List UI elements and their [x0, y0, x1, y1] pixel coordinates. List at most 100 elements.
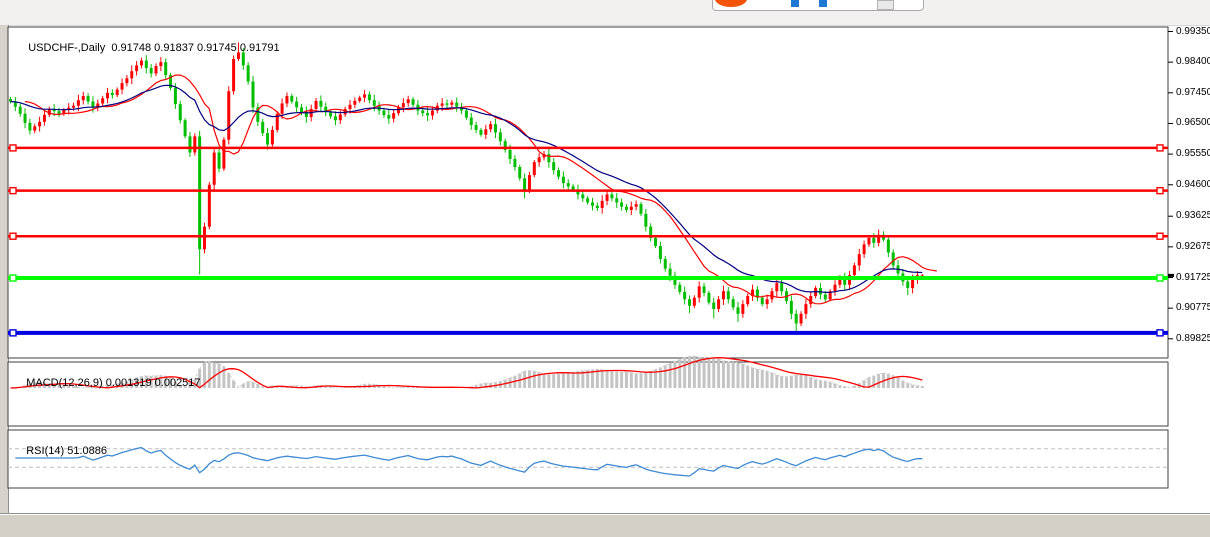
candle-body	[644, 214, 647, 227]
candle-body	[659, 246, 662, 259]
candle-body	[455, 102, 458, 106]
candle-body	[82, 96, 85, 100]
candle-body	[431, 111, 434, 116]
price-tick-label: 0.95550	[1176, 149, 1210, 159]
candle-body	[737, 307, 740, 313]
candle-body	[87, 96, 90, 101]
rsi-title: RSI(14) 51.0886	[14, 433, 107, 469]
price-tick-label: 0.98400	[1176, 57, 1210, 67]
hline-handle[interactable]	[1157, 275, 1163, 281]
candle-body	[446, 103, 449, 104]
candle-body	[572, 186, 575, 189]
hline-handle[interactable]	[10, 330, 16, 336]
price-tick-label: 0.97450	[1176, 88, 1210, 98]
candle-body	[150, 68, 153, 73]
hline-handle[interactable]	[1157, 188, 1163, 194]
candle-body	[198, 136, 201, 249]
hline-handle[interactable]	[1157, 233, 1163, 239]
candle-body	[509, 150, 512, 159]
candle-body	[349, 105, 352, 109]
candle-body	[252, 82, 255, 108]
candle-body	[281, 103, 284, 113]
hline-handle[interactable]	[10, 188, 16, 194]
candle-body	[266, 133, 269, 144]
candle-body	[218, 152, 221, 168]
candle-body	[402, 103, 405, 107]
symbol-period-label: USDCHF-,Daily	[28, 42, 105, 54]
candle-body	[615, 198, 618, 202]
candle-body	[465, 111, 468, 118]
candle-body	[717, 299, 720, 309]
candle-body	[795, 314, 798, 324]
price-tick-label: 0.90775	[1176, 303, 1210, 313]
price-tick-label: 0.91725	[1176, 273, 1210, 283]
candle-body	[804, 304, 807, 314]
candle-body	[28, 123, 31, 131]
candle-body	[800, 314, 803, 324]
candle-body	[727, 291, 730, 299]
candle-body	[43, 115, 46, 122]
candle-body	[906, 282, 909, 288]
candle-body	[518, 167, 521, 178]
candle-body	[688, 299, 691, 305]
price-tick-label: 0.94600	[1176, 180, 1210, 190]
candle-body	[630, 207, 633, 210]
candle-body	[664, 259, 667, 269]
candle-body	[339, 114, 342, 120]
hline-handle[interactable]	[1157, 330, 1163, 336]
price-tick-label: 0.96500	[1176, 118, 1210, 128]
mt4-window: USDCHF-,Daily 0.91748 0.91837 0.91745 0.…	[0, 0, 1210, 537]
candle-body	[698, 286, 701, 297]
candle-body	[426, 113, 429, 115]
candle-body	[135, 65, 138, 71]
candle-body	[780, 283, 783, 291]
candle-body	[707, 293, 710, 303]
candle-body	[213, 152, 216, 184]
rsi-value: 51.0886	[67, 445, 107, 457]
candle-body	[203, 227, 206, 250]
candle-body	[72, 106, 75, 108]
candle-body	[625, 207, 628, 210]
candle-body	[591, 203, 594, 206]
candle-body	[24, 114, 27, 123]
candle-body	[334, 116, 337, 120]
hline-handle[interactable]	[10, 145, 16, 151]
hline-handle[interactable]	[1157, 145, 1163, 151]
candle-body	[732, 299, 735, 307]
candle-body	[373, 100, 376, 105]
hline-handle[interactable]	[10, 275, 16, 281]
candle-body	[101, 98, 104, 103]
candle-body	[610, 194, 613, 198]
price-tick-label: 0.89825	[1176, 334, 1210, 344]
macd-label: MACD(12,26,9)	[26, 377, 102, 389]
candle-body	[562, 177, 565, 183]
candle-body	[538, 157, 541, 162]
candle-body	[363, 94, 366, 97]
candle-body	[247, 65, 250, 81]
candle-body	[693, 298, 696, 306]
candle-body	[38, 122, 41, 127]
candle-body	[766, 299, 769, 304]
hline-handle[interactable]	[10, 233, 16, 239]
chart-canvas[interactable]	[0, 0, 1210, 537]
current-price-tick	[1168, 274, 1174, 277]
candle-body	[121, 83, 124, 89]
candle-body	[606, 194, 609, 200]
candle-body	[470, 118, 473, 125]
candle-body	[790, 301, 793, 314]
candle-body	[358, 98, 361, 101]
candle-body	[586, 198, 589, 202]
candle-body	[58, 111, 61, 114]
rsi-panel-frame	[8, 430, 1168, 488]
candle-body	[174, 88, 177, 104]
candle-body	[499, 132, 502, 141]
candle-body	[353, 101, 356, 105]
candle-body	[528, 175, 531, 190]
candle-body	[441, 103, 444, 105]
candle-body	[533, 162, 536, 175]
candle-body	[911, 280, 914, 288]
candle-body	[547, 154, 550, 162]
candle-body	[475, 125, 478, 130]
candle-body	[125, 78, 128, 83]
candle-body	[581, 194, 584, 198]
